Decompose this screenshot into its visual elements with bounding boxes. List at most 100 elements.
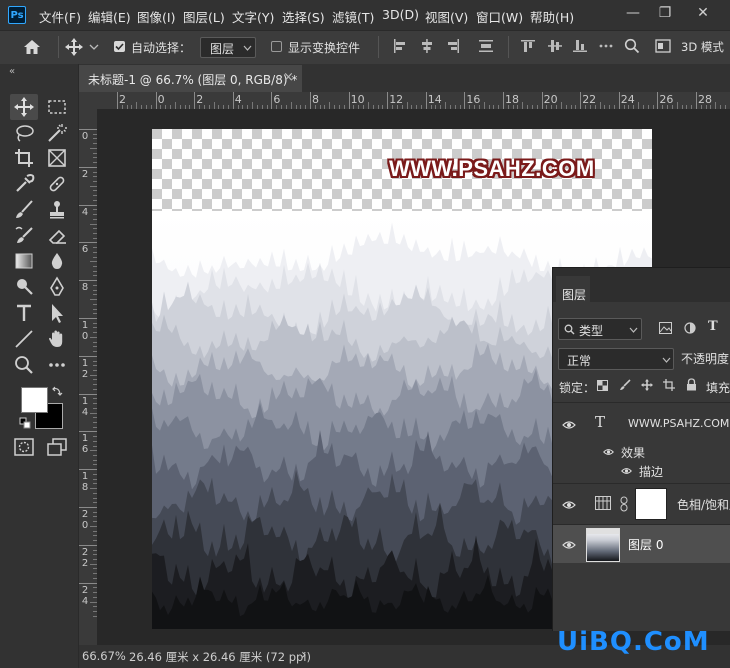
ruler-origin[interactable] — [79, 92, 97, 109]
chain-link-icon[interactable] — [620, 496, 628, 512]
ruler-tick — [387, 92, 389, 109]
rectangular-marquee-icon[interactable] — [46, 96, 68, 118]
visibility-eye-icon[interactable] — [562, 420, 576, 430]
lasso-icon[interactable] — [13, 122, 35, 144]
history-brush-icon[interactable] — [13, 225, 35, 247]
eraser-icon[interactable] — [46, 225, 68, 247]
path-selection-icon[interactable] — [46, 302, 68, 324]
menu-select[interactable]: 选择(S) — [282, 7, 325, 26]
layer-filter-dropdown[interactable]: 类型 — [558, 318, 642, 340]
more-options-icon[interactable] — [599, 39, 613, 53]
filter-type-icon[interactable]: T — [708, 319, 718, 334]
site-watermark: UiBQ.CoM — [557, 627, 710, 657]
layer-effects-row[interactable]: 效果 — [553, 445, 730, 463]
menu-edit[interactable]: 编辑(E) — [88, 7, 131, 26]
menu-help[interactable]: 帮助(H) — [530, 7, 574, 26]
swap-colors-icon[interactable] — [51, 385, 63, 397]
brush-icon[interactable] — [13, 199, 35, 221]
move-tool-icon[interactable] — [13, 96, 35, 118]
zoom-icon[interactable] — [13, 354, 35, 376]
align-bottom-icon[interactable] — [573, 39, 587, 53]
dodge-icon[interactable] — [13, 276, 35, 298]
menu-3d[interactable]: 3D(D) — [382, 7, 419, 22]
collapse-panel-icon[interactable]: « — [9, 66, 15, 77]
auto-select-checkbox[interactable] — [114, 41, 125, 52]
move-tool-icon[interactable] — [63, 37, 85, 57]
crop-icon[interactable] — [13, 147, 35, 169]
show-transform-checkbox[interactable] — [271, 41, 282, 52]
menu-image[interactable]: 图像(I) — [137, 7, 175, 26]
align-top-icon[interactable] — [521, 39, 535, 53]
layers-tab[interactable]: 图层 — [562, 286, 586, 303]
menu-type[interactable]: 文字(Y) — [232, 7, 274, 26]
search-icon[interactable] — [624, 38, 640, 54]
effects-label: 效果 — [621, 446, 646, 460]
more-tools-icon[interactable] — [46, 354, 68, 376]
vertical-ruler[interactable]: 0 2 4 6 8 1 0 1 2 1 4 1 6 1 8 2 0 2 2 2 4 — [79, 109, 98, 645]
ruler-tick — [79, 318, 97, 319]
document-tab[interactable]: 未标题-1 @ 66.7% (图层 0, RGB/8) * × — [79, 65, 302, 92]
workspace-icon[interactable] — [655, 39, 671, 53]
eyedropper-icon[interactable] — [13, 173, 35, 195]
line-tool-icon[interactable] — [13, 328, 35, 350]
screen-mode-icon[interactable] — [47, 438, 67, 456]
layer-row-hue-saturation[interactable]: 色相/饱和度 — [553, 484, 730, 524]
frame-tool-icon[interactable] — [46, 147, 68, 169]
minimize-button[interactable]: — — [620, 3, 646, 23]
align-middle-icon[interactable] — [548, 39, 562, 53]
auto-select-label: 自动选择： — [131, 41, 192, 55]
restore-button[interactable]: ❐ — [652, 3, 678, 23]
menu-layer[interactable]: 图层(L) — [183, 7, 225, 26]
visibility-eye-icon[interactable] — [603, 448, 614, 456]
lock-transparent-icon[interactable] — [597, 380, 608, 391]
ruler-tick-label: 4 — [81, 206, 89, 218]
pen-icon[interactable] — [46, 276, 68, 298]
gradient-icon[interactable] — [13, 250, 35, 272]
align-center-icon[interactable] — [420, 39, 434, 53]
menu-window[interactable]: 窗口(W) — [476, 7, 523, 26]
menu-filter[interactable]: 滤镜(T) — [332, 7, 374, 26]
lock-pixels-icon[interactable] — [619, 379, 631, 391]
visibility-eye-icon[interactable] — [621, 467, 632, 475]
visibility-eye-icon[interactable] — [562, 500, 576, 510]
magic-wand-icon[interactable] — [46, 122, 68, 144]
blur-drop-icon[interactable] — [46, 250, 68, 272]
ruler-tick-label: 2 4 — [81, 584, 89, 607]
visibility-eye-icon[interactable] — [562, 540, 576, 550]
type-tool-icon[interactable] — [13, 302, 35, 324]
horizontal-ruler[interactable]: 2 0 2 4 6 8 10 12 14 16 18 20 22 24 26 28 — [97, 92, 730, 110]
filter-pixel-icon[interactable] — [659, 322, 672, 334]
auto-select-target-dropdown[interactable]: 图层 — [200, 37, 256, 58]
stroke-effect-row[interactable]: 描边 — [553, 463, 730, 481]
status-menu-arrow-icon[interactable]: › — [301, 647, 307, 663]
photoshop-logo: Ps — [8, 6, 26, 24]
layer-thumbnail[interactable] — [586, 528, 620, 562]
menu-file[interactable]: 文件(F) — [39, 7, 81, 26]
distribute-vertical-icon[interactable] — [479, 39, 493, 53]
hand-icon[interactable] — [46, 328, 68, 350]
default-colors-icon[interactable] — [19, 417, 31, 429]
foreground-color-swatch[interactable] — [21, 387, 48, 413]
close-tab-icon[interactable]: × — [283, 70, 294, 85]
ruler-tick-label: 2 2 — [81, 546, 89, 569]
lock-position-icon[interactable] — [641, 379, 653, 391]
layer-row-layer-0[interactable]: 图层 0 — [553, 525, 730, 563]
align-left-icon[interactable] — [393, 39, 407, 53]
blend-mode-dropdown[interactable]: 正常 — [558, 348, 674, 370]
quick-mask-icon[interactable] — [14, 438, 34, 456]
lock-artboard-icon[interactable] — [663, 379, 675, 391]
menu-view[interactable]: 视图(V) — [425, 7, 468, 26]
chevron-down-icon[interactable] — [89, 41, 99, 51]
layer-name: 图层 0 — [628, 538, 664, 552]
3d-mode-label[interactable]: 3D 模式 — [681, 39, 724, 55]
spot-healing-icon[interactable] — [46, 173, 68, 195]
lock-all-icon[interactable] — [686, 378, 697, 391]
filter-adjustment-icon[interactable] — [684, 322, 696, 334]
zoom-level[interactable]: 66.67% — [82, 649, 126, 663]
layer-mask-thumbnail[interactable] — [635, 488, 667, 520]
clone-stamp-icon[interactable] — [46, 199, 68, 221]
layer-row-text[interactable]: T WWW.PSAHZ.COM — [553, 403, 730, 445]
home-icon[interactable] — [20, 38, 44, 56]
close-window-button[interactable]: ✕ — [690, 3, 716, 23]
align-right-icon[interactable] — [446, 39, 460, 53]
